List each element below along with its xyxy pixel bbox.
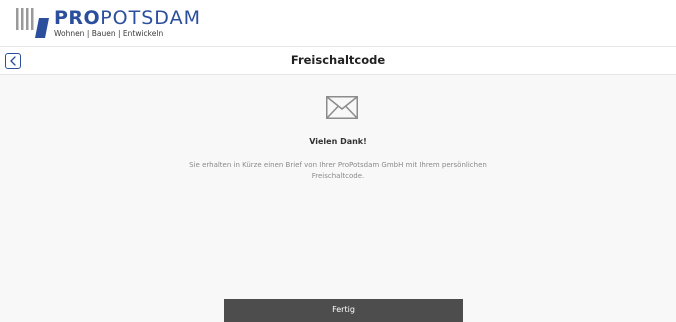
logo[interactable]: PROPOTSDAM Wohnen | Bauen | Entwickeln	[16, 8, 206, 38]
done-button[interactable]: Fertig	[224, 299, 463, 322]
thanks-heading: Vielen Dank!	[309, 137, 367, 146]
brand-name-rest: POTSDAM	[100, 7, 201, 29]
back-button[interactable]	[5, 53, 21, 69]
title-bar: Freischaltcode	[0, 46, 676, 75]
logo-mark-icon	[16, 8, 49, 38]
confirmation-message: Sie erhalten in Kürze einen Brief von Ih…	[189, 161, 487, 180]
envelope-icon	[326, 96, 358, 119]
brand-name: PROPOTSDAM	[54, 9, 201, 28]
confirmation-panel: Vielen Dank! Sie erhalten in Kürze einen…	[0, 75, 676, 322]
page: PROPOTSDAM Wohnen | Bauen | Entwickeln F…	[0, 0, 676, 322]
brand-tagline: Wohnen | Bauen | Entwickeln	[54, 29, 164, 38]
page-title: Freischaltcode	[290, 53, 386, 67]
chevron-left-icon	[10, 56, 16, 66]
header: PROPOTSDAM Wohnen | Bauen | Entwickeln	[0, 0, 676, 46]
brand-name-bold: PRO	[54, 7, 101, 29]
